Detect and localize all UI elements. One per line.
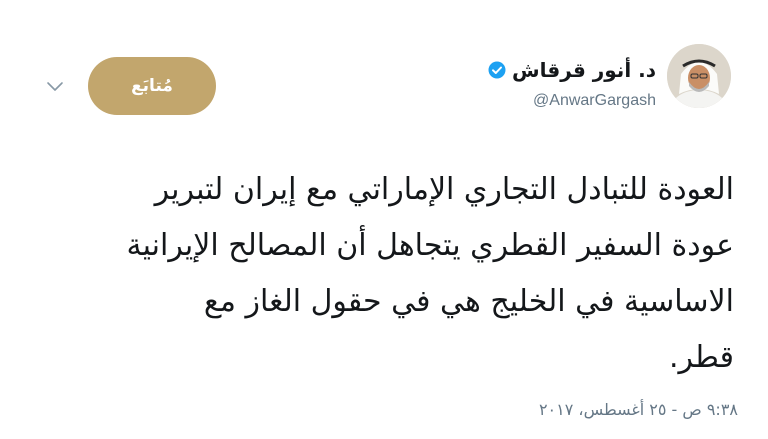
tweet-text-line: العودة للتبادل التجاري الإماراتي مع إيرا… [154,172,734,207]
author-display-name[interactable]: د. أنور قرقاش [512,58,656,82]
person-portrait-icon [667,44,731,108]
tweet-timestamp[interactable]: ٩:٣٨ ص - ٢٥ أغسطس، ٢٠١٧ [539,400,738,419]
tweet-text-line: عودة السفير القطري يتجاهل أن المصالح الإ… [126,228,734,263]
tweet-text-line: الاساسية في الخليج هي في حقول الغاز مع [203,284,734,319]
author-name-row: د. أنور قرقاش [488,58,656,82]
tweet-card: د. أنور قرقاش @AnwarGargash مُتابَع العو… [0,0,768,439]
tweet-text-line: قطر. [668,340,734,375]
following-button[interactable]: مُتابَع [88,57,216,115]
tweet-text: العودة للتبادل التجاري الإماراتي مع إيرا… [40,162,734,386]
author-handle[interactable]: @AnwarGargash [533,92,656,110]
verified-badge-icon [488,61,506,79]
avatar[interactable] [667,44,731,108]
following-button-label: مُتابَع [131,76,173,96]
chevron-down-icon[interactable] [45,80,65,94]
